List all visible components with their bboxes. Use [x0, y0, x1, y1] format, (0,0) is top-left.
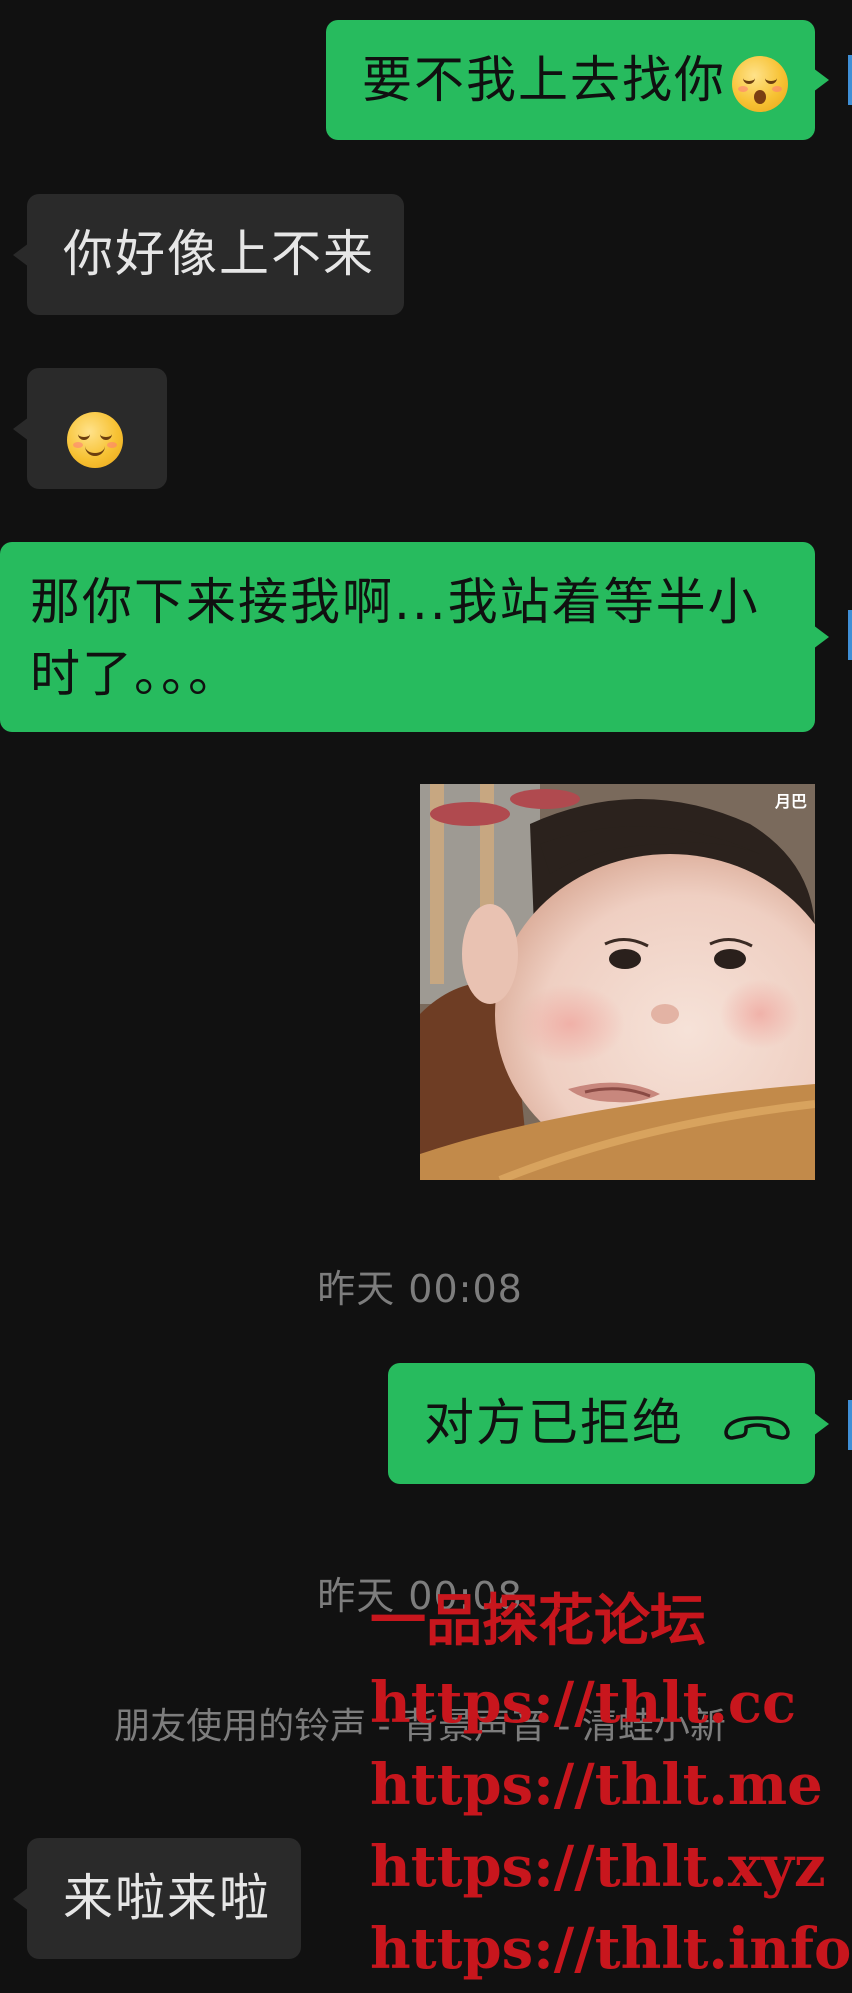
image-corner-label: 月巴 — [774, 792, 807, 811]
toddler-photo-image — [420, 784, 815, 1180]
watermark-line: https://thlt.info — [370, 1916, 852, 1982]
message-bubble-incoming[interactable] — [13, 368, 167, 489]
scroll-edge-indicator — [848, 1400, 852, 1450]
chat-view: 要不我上去找你 你好像上不来 那你下来接我啊...我站着等半小时了。。。 月巴 … — [0, 0, 852, 1993]
watermark-overlay: 一品探花论坛 https://thlt.cc https://thlt.me h… — [370, 1580, 851, 1990]
scroll-edge-indicator — [848, 55, 852, 105]
scroll-edge-indicator — [848, 610, 852, 660]
message-text: 来啦来啦 — [63, 1869, 271, 1927]
watermark-line: https://thlt.me — [370, 1752, 823, 1818]
watermark-line: https://thlt.xyz — [370, 1834, 826, 1900]
timestamp: 昨天 00:08 — [317, 1574, 523, 1618]
message-bubble-outgoing[interactable]: 那你下来接我啊...我站着等半小时了。。。 — [0, 542, 829, 732]
call-status-text: 对方已拒绝 — [424, 1394, 684, 1452]
kissing-face-emoji-icon — [732, 55, 788, 112]
phone-hangup-icon — [722, 1391, 792, 1463]
message-text: 那你下来接我啊...我站着等半小时了。。。 — [30, 573, 760, 703]
message-bubble-incoming[interactable]: 你好像上不来 — [13, 194, 404, 315]
call-record-bubble[interactable]: 对方已拒绝 — [388, 1363, 829, 1484]
message-text: 要不我上去找你 — [362, 51, 726, 109]
message-bubble-incoming[interactable]: 来啦来啦 — [13, 1838, 301, 1959]
message-text: 你好像上不来 — [63, 225, 375, 283]
relieved-face-emoji-icon — [67, 411, 123, 468]
timestamp: 昨天 00:08 — [317, 1267, 523, 1311]
message-image-outgoing[interactable]: 月巴 — [420, 784, 815, 1180]
message-bubble-outgoing[interactable]: 要不我上去找你 — [326, 20, 829, 140]
ringtone-notice[interactable]: 朋友使用的铃声 - 背景声音 - 清蛙小新 — [0, 1697, 840, 1749]
